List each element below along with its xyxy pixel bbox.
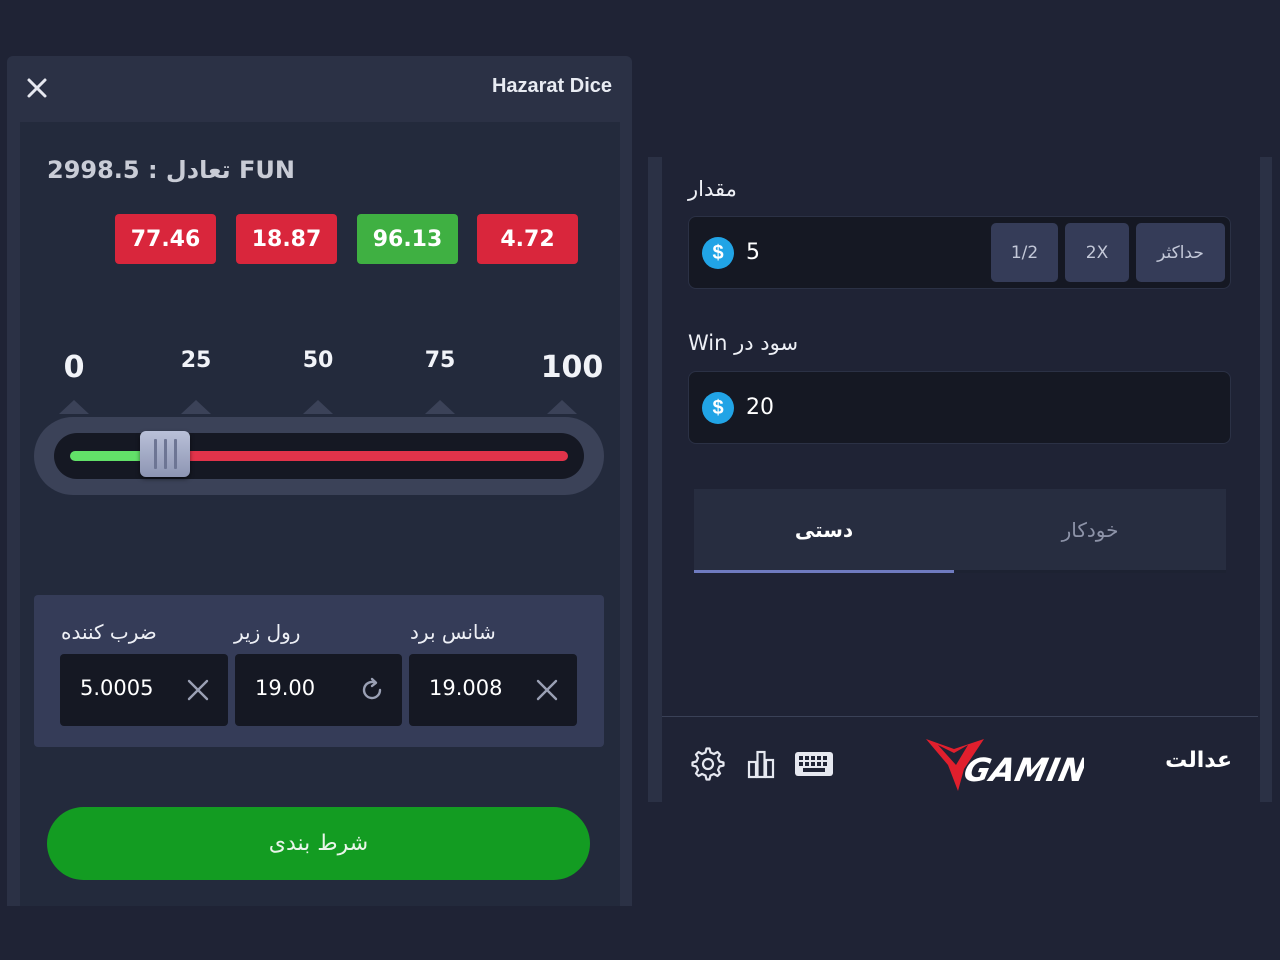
- gaming-logo: GAMING: [924, 735, 1116, 795]
- multiplier-label: ضرب کننده: [61, 620, 157, 644]
- swap-roll-button[interactable]: [358, 676, 386, 704]
- slider-tick-label: 25: [180, 348, 212, 373]
- profit-on-win-label: سود در Win: [688, 331, 799, 355]
- tab-auto[interactable]: خودکار: [954, 489, 1226, 573]
- hotkeys-button[interactable]: [793, 745, 835, 783]
- tick-marker: [425, 400, 455, 414]
- multiplier-field[interactable]: 5.0005: [60, 654, 228, 726]
- amount-input[interactable]: 5: [746, 240, 760, 265]
- clear-win-chance-button[interactable]: [533, 676, 561, 704]
- footer-divider: [662, 716, 1258, 717]
- recent-result-badge: 77.46: [115, 214, 216, 264]
- profit-value: 20: [746, 395, 774, 420]
- double-amount-button[interactable]: 2X: [1065, 223, 1129, 282]
- roll-under-label: رول زیر: [234, 620, 301, 644]
- grip-line: [163, 439, 167, 469]
- grip-line: [153, 439, 157, 469]
- slider-handle[interactable]: [139, 431, 190, 477]
- tick-marker: [303, 400, 333, 414]
- tick-marker: [547, 400, 577, 414]
- slider-lose-range: [164, 451, 568, 461]
- balance-display: 2998.5 : تعادل FUN: [47, 156, 295, 184]
- win-chance-field[interactable]: 19.008: [409, 654, 577, 726]
- grip-line: [173, 439, 177, 469]
- recent-result-badge: 96.13: [357, 214, 458, 264]
- keyboard-icon: [795, 752, 833, 776]
- slider-tick-label: 100: [540, 350, 604, 385]
- roll-under-value[interactable]: 19.00: [255, 676, 333, 700]
- clear-multiplier-button[interactable]: [184, 676, 212, 704]
- recent-result-badge: 4.72: [477, 214, 578, 264]
- settings-button[interactable]: [689, 745, 727, 783]
- slider-track[interactable]: [54, 431, 584, 479]
- half-amount-button[interactable]: 1/2: [991, 223, 1058, 282]
- stats-button[interactable]: [742, 745, 780, 783]
- bet-mode-tabs: دستی خودکار: [694, 489, 1226, 573]
- tick-marker: [59, 400, 89, 414]
- bet-stats-box: ضرب کننده رول زیر شانس برد 5.0005 19.00: [34, 595, 604, 747]
- roll-slider[interactable]: [34, 417, 604, 495]
- panel-border: [648, 157, 662, 802]
- panel-border: [1260, 157, 1272, 802]
- close-button[interactable]: [23, 74, 51, 102]
- logo-icon: GAMING: [926, 739, 1116, 791]
- panel-header: Hazarat Dice: [7, 56, 632, 122]
- x-icon: [536, 679, 558, 701]
- dice-game-panel: Hazarat Dice 2998.5 : تعادل FUN 77.46 18…: [7, 56, 632, 906]
- game-area: 2998.5 : تعادل FUN 77.46 18.87 96.13 4.7…: [20, 122, 620, 906]
- dollar-coin-icon: $: [702, 392, 734, 424]
- x-icon: [187, 679, 209, 701]
- tick-marker: [181, 400, 211, 414]
- win-chance-value[interactable]: 19.008: [429, 676, 507, 700]
- tab-manual[interactable]: دستی: [694, 489, 954, 573]
- bar-chart-icon: [747, 750, 775, 779]
- svg-text:GAMING: GAMING: [961, 751, 1084, 789]
- amount-label: مقدار: [688, 177, 737, 201]
- roll-under-field[interactable]: 19.00: [235, 654, 402, 726]
- recent-result-badge: 18.87: [236, 214, 337, 264]
- dollar-coin-icon: $: [702, 237, 734, 269]
- multiplier-value[interactable]: 5.0005: [80, 676, 158, 700]
- win-chance-label: شانس برد: [410, 620, 496, 644]
- gear-icon: [691, 747, 725, 781]
- slider-tick-label: 50: [302, 348, 334, 373]
- amount-field[interactable]: $ 5 1/2 2X حداکثر: [688, 216, 1231, 289]
- slider-tick-label: 75: [424, 348, 456, 373]
- place-bet-button[interactable]: شرط بندی: [47, 807, 590, 880]
- profit-field: $ 20: [688, 371, 1231, 444]
- close-icon: [27, 78, 47, 98]
- game-title: Hazarat Dice: [491, 75, 612, 97]
- bet-controls-panel: مقدار $ 5 1/2 2X حداکثر سود در Win $ 20 …: [648, 157, 1272, 802]
- fairness-button[interactable]: عدالت: [1165, 748, 1232, 773]
- slider-tick-label: 0: [63, 350, 85, 385]
- refresh-icon: [362, 677, 382, 700]
- max-amount-button[interactable]: حداکثر: [1136, 223, 1225, 282]
